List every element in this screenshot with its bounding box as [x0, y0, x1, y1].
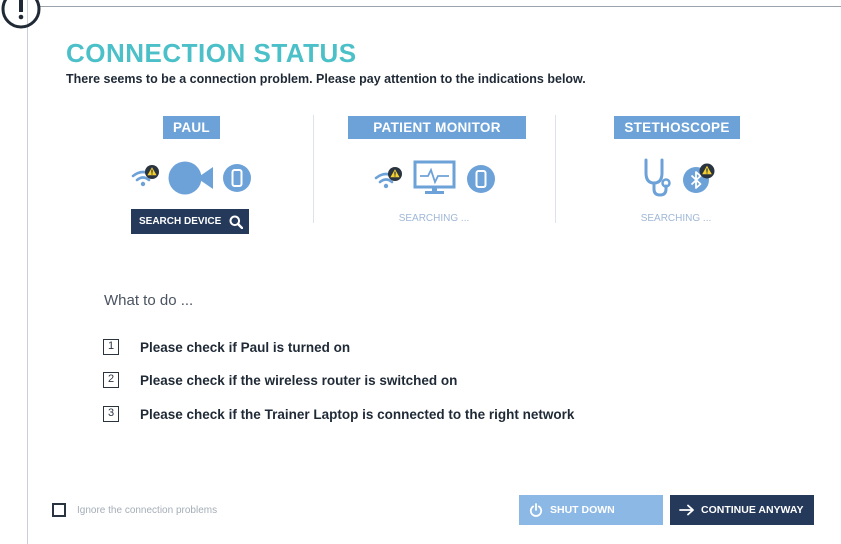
power-icon	[529, 503, 543, 517]
stethoscope-icon	[644, 158, 671, 197]
step-number: 1	[103, 339, 119, 355]
column-divider	[555, 115, 556, 223]
monitor-icon	[413, 160, 456, 194]
arrow-right-icon	[679, 504, 694, 516]
camera-icon	[168, 161, 213, 195]
shut-down-label: SHUT DOWN	[550, 504, 615, 516]
ignore-checkbox[interactable]	[52, 503, 66, 517]
continue-anyway-label: CONTINUE ANYWAY	[701, 504, 804, 516]
searching-status: SEARCHING ...	[640, 213, 712, 224]
left-rule	[27, 0, 28, 544]
step-item: 1 Please check if Paul is turned on	[103, 339, 350, 355]
searching-status: SEARCHING ...	[398, 213, 470, 224]
phone-icon	[467, 165, 495, 193]
alert-icon	[1, 0, 41, 29]
step-text: Please check if the Trainer Laptop is co…	[140, 406, 575, 422]
step-text: Please check if the wireless router is s…	[140, 372, 458, 388]
step-text: Please check if Paul is turned on	[140, 339, 351, 355]
bluetooth-warning-icon	[683, 163, 715, 193]
continue-anyway-button[interactable]: CONTINUE ANYWAY	[670, 495, 814, 525]
phone-icon	[223, 164, 251, 192]
device-label-stethoscope: STETHOSCOPE	[614, 116, 740, 139]
step-number: 2	[103, 372, 119, 388]
ignore-label: Ignore the connection problems	[77, 505, 218, 516]
what-to-do-heading: What to do ...	[104, 292, 194, 309]
search-device-label: SEARCH DEVICE	[139, 216, 222, 227]
top-rule	[40, 6, 841, 7]
page-subtitle: There seems to be a connection problem. …	[66, 72, 586, 86]
step-item: 3 Please check if the Trainer Laptop is …	[103, 406, 574, 422]
wifi-warning-icon	[374, 167, 402, 189]
step-number: 3	[103, 406, 119, 422]
page-title: CONNECTION STATUS	[66, 38, 357, 68]
step-item: 2 Please check if the wireless router is…	[103, 372, 457, 388]
search-device-button[interactable]: SEARCH DEVICE	[131, 209, 249, 234]
device-label-patient-monitor: PATIENT MONITOR	[348, 116, 526, 139]
shut-down-button[interactable]: SHUT DOWN	[519, 495, 663, 525]
wifi-warning-icon	[131, 165, 159, 187]
column-divider	[313, 115, 314, 223]
search-icon	[229, 215, 244, 229]
device-label-paul: PAUL	[163, 116, 220, 139]
